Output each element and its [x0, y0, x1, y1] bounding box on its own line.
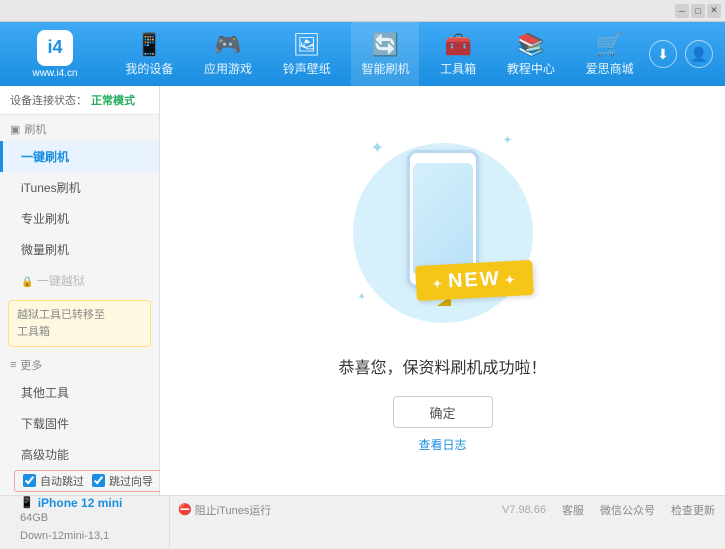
sidebar-item-other-tools[interactable]: 其他工具	[0, 377, 159, 408]
jailbreak-notice: 越狱工具已转移至 工具箱	[8, 300, 151, 347]
nav-icon-shop: 🛒	[596, 32, 623, 58]
check-update-link[interactable]: 检查更新	[671, 502, 715, 518]
nav-label-toolbox: 工具箱	[440, 60, 476, 77]
success-message: 恭喜您，保资料刷机成功啦！	[338, 354, 546, 378]
sidebar-item-download-fw[interactable]: 下载固件	[0, 408, 159, 439]
status-bar: 设备连接状态： 正常模式	[0, 86, 159, 115]
nav-icon-my-device: 📱	[136, 32, 163, 58]
status-value: 正常模式	[91, 92, 135, 108]
sidebar-item-jailbreak: 🔒 一键越狱	[0, 265, 159, 296]
header: i4 www.i4.cn 📱 我的设备 🎮 应用游戏 🖼 铃声壁纸 🔄 智能刷机 🧰 工具箱 📚 教程…	[0, 22, 725, 86]
nav-icon-smart-flash: 🔄	[372, 32, 399, 58]
nav-icon-toolbox: 🧰	[444, 32, 471, 58]
bottom-bar: 自动跳过 跳过向导 📱 iPhone 12 mini 64GB Down-12m…	[0, 495, 725, 523]
title-bar: ─ □ ✕	[0, 0, 725, 22]
wechat-link[interactable]: 微信公众号	[600, 502, 655, 518]
close-button[interactable]: ✕	[707, 4, 721, 18]
nav-items: 📱 我的设备 🎮 应用游戏 🖼 铃声壁纸 🔄 智能刷机 🧰 工具箱 📚 教程中心 🛒 爱思商城	[110, 22, 649, 86]
skip-wizard-checkbox[interactable]	[92, 474, 105, 487]
nav-icon-apps-games: 🎮	[214, 32, 241, 58]
nav-item-my-device[interactable]: 📱 我的设备	[115, 22, 183, 86]
nav-label-my-device: 我的设备	[125, 60, 173, 77]
sparkle-icon-3: ✦	[358, 292, 366, 303]
nav-right: ⬇ 👤	[649, 40, 725, 68]
stop-itunes-icon: ⛔	[178, 503, 192, 516]
confirm-button[interactable]: 确定	[393, 396, 493, 428]
logo-area: i4 www.i4.cn	[0, 30, 110, 79]
phone-icon: 📱	[20, 496, 34, 509]
nav-label-wallpaper: 铃声壁纸	[283, 60, 331, 77]
sidebar-item-itunes-flash[interactable]: iTunes刷机	[0, 172, 159, 203]
logo-icon: i4	[37, 30, 73, 66]
nav-item-shop[interactable]: 🛒 爱思商城	[576, 22, 644, 86]
section-flash-label: 刷机	[24, 121, 46, 137]
device-info: 📱 iPhone 12 mini 64GB Down-12mini-13,1	[10, 492, 169, 549]
user-button[interactable]: 👤	[685, 40, 713, 68]
nav-item-wallpaper[interactable]: 🖼 铃声壁纸	[273, 22, 341, 86]
section-flash: ▣ 刷机	[0, 115, 159, 141]
section-more: ≡ 更多	[0, 351, 159, 377]
logo-text: www.i4.cn	[32, 68, 77, 79]
phone-illustration: ✦ ✦ ✦ NEW	[343, 128, 543, 338]
content-area: ✦ ✦ ✦ NEW 恭喜您，保资料刷机成功啦！ 确定 查看日志	[160, 86, 725, 495]
sidebar-item-pro-flash[interactable]: 专业刷机	[0, 203, 159, 234]
skip-wizard-label: 跳过向导	[109, 473, 153, 489]
stop-itunes-label: 阻止iTunes运行	[195, 502, 272, 518]
daily-log-link[interactable]: 查看日志	[418, 436, 466, 453]
nav-icon-tutorial: 📚	[517, 32, 544, 58]
device-storage: 64GB	[20, 512, 48, 524]
device-name: iPhone 12 mini	[38, 496, 123, 510]
auto-jump-checkbox[interactable]	[23, 474, 36, 487]
phone-screen	[413, 163, 473, 275]
section-flash-icon: ▣	[10, 123, 20, 136]
sidebar-item-advanced[interactable]: 高级功能	[0, 439, 159, 470]
download-button[interactable]: ⬇	[649, 40, 677, 68]
customer-service-link[interactable]: 客服	[562, 502, 584, 518]
nav-label-apps-games: 应用游戏	[204, 60, 252, 77]
device-model: Down-12mini-13,1	[20, 530, 109, 542]
nav-item-smart-flash[interactable]: 🔄 智能刷机	[351, 22, 419, 86]
version-text: V7.98.66	[502, 504, 546, 516]
nav-item-tutorial[interactable]: 📚 教程中心	[497, 22, 565, 86]
nav-item-apps-games[interactable]: 🎮 应用游戏	[194, 22, 262, 86]
auto-jump-checkbox-area[interactable]: 自动跳过	[23, 473, 84, 489]
new-badge: NEW	[415, 260, 533, 301]
skip-wizard-checkbox-area[interactable]: 跳过向导	[92, 473, 153, 489]
maximize-button[interactable]: □	[691, 4, 705, 18]
sparkle-icon-1: ✦	[371, 138, 384, 158]
sidebar-item-ota-flash[interactable]: 微量刷机	[0, 234, 159, 265]
nav-label-tutorial: 教程中心	[507, 60, 555, 77]
section-more-label: 更多	[20, 357, 42, 373]
nav-label-shop: 爱思商城	[586, 60, 634, 77]
bottom-right: V7.98.66 客服 微信公众号 检查更新	[502, 502, 715, 518]
minimize-button[interactable]: ─	[675, 4, 689, 18]
stop-itunes-button[interactable]: ⛔ 阻止iTunes运行	[178, 502, 271, 518]
auto-jump-label: 自动跳过	[40, 473, 84, 489]
nav-item-toolbox[interactable]: 🧰 工具箱	[430, 22, 486, 86]
nav-label-smart-flash: 智能刷机	[361, 60, 409, 77]
sidebar: 设备连接状态： 正常模式 ▣ 刷机 一键刷机 iTunes刷机 专业刷机 微量刷…	[0, 86, 160, 495]
sidebar-item-one-click-flash[interactable]: 一键刷机	[0, 141, 159, 172]
sparkle-icon-2: ✦	[502, 133, 512, 147]
status-label: 设备连接状态：	[10, 92, 87, 108]
nav-icon-wallpaper: 🖼	[293, 32, 321, 58]
section-more-icon: ≡	[10, 359, 16, 371]
